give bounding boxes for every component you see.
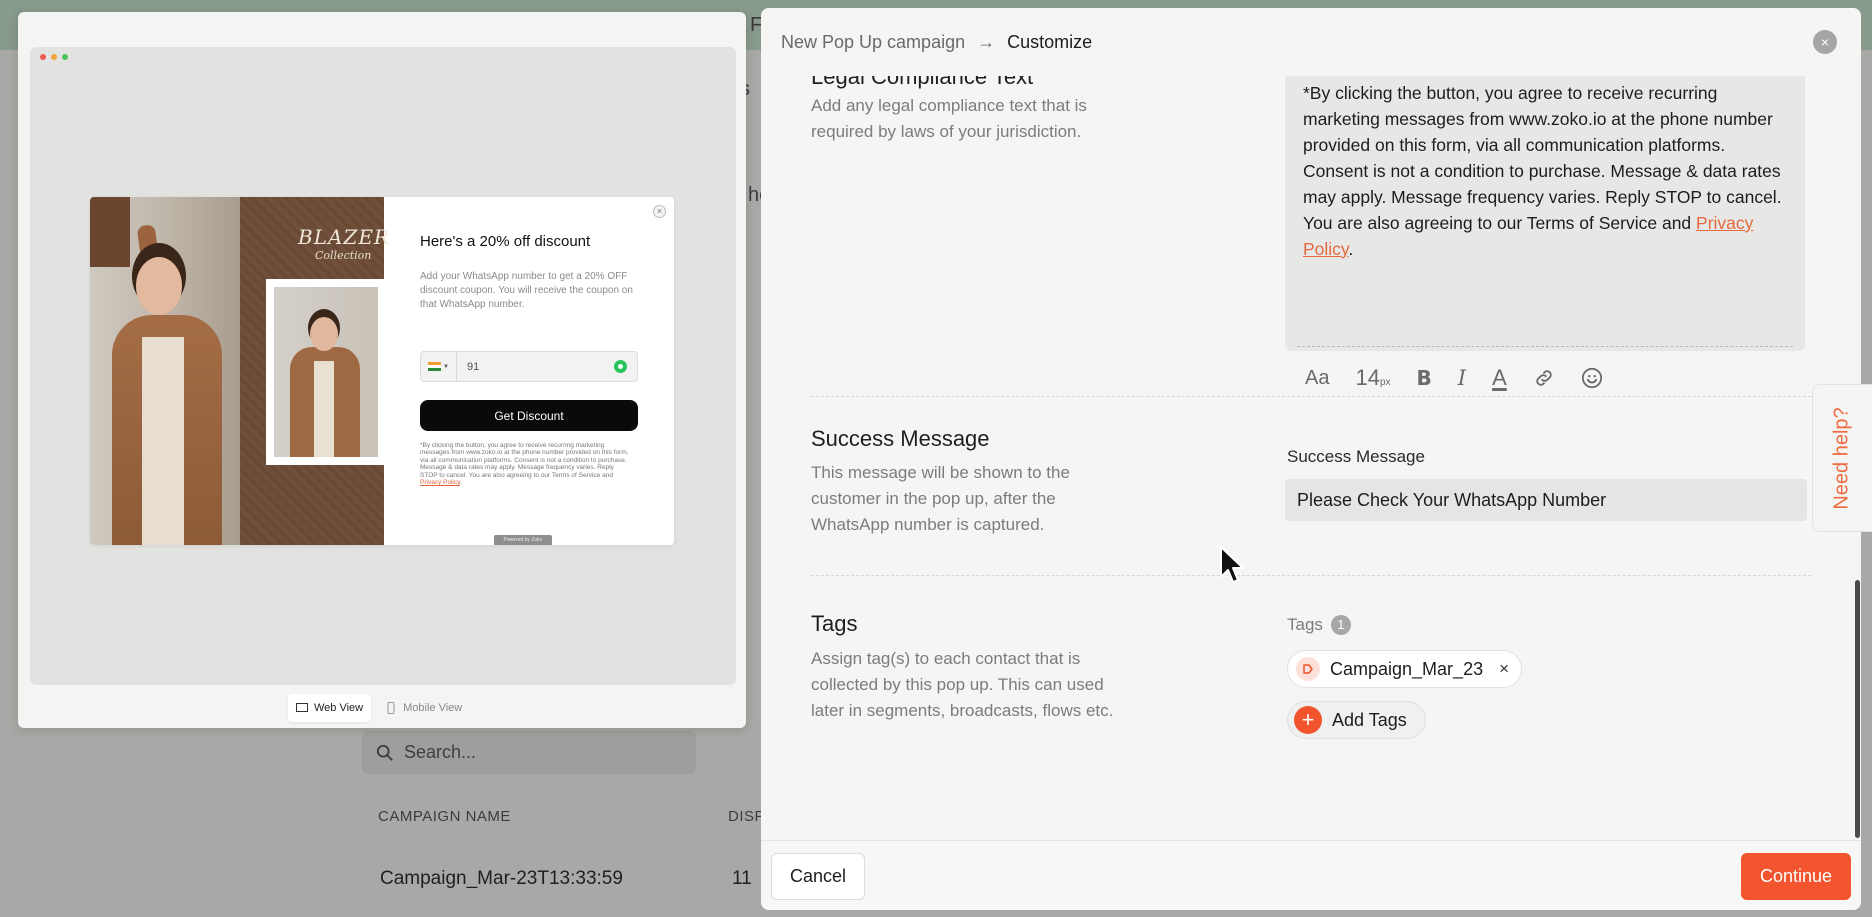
web-view-button[interactable]: Web View — [288, 694, 372, 722]
cancel-button[interactable]: Cancel — [771, 853, 865, 900]
panel-footer: Cancel Continue — [761, 840, 1861, 910]
legal-compliance-description: Add any legal compliance text that is re… — [811, 96, 1087, 141]
customize-panel: Legal Compliance Text Add any legal comp… — [761, 8, 1861, 910]
popup-legal-text: *By clicking the button, you agree to re… — [420, 442, 632, 486]
tags-count-badge: 1 — [1330, 615, 1351, 635]
mouse-cursor-icon — [1220, 546, 1244, 583]
get-discount-button[interactable]: Get Discount — [420, 400, 638, 431]
tags-title: Tags — [811, 611, 858, 636]
need-help-label: Need help? — [1831, 406, 1853, 510]
whatsapp-icon — [614, 360, 627, 373]
column-header-campaign-name: CAMPAIGN NAME — [378, 808, 511, 825]
tag-chip: Campaign_Mar_23 × — [1287, 650, 1523, 688]
editor-toolbar: Aa 14px B I A — [1305, 358, 1603, 398]
font-size-value: 14 — [1355, 365, 1380, 390]
popup-preview: BLAZER Collection × Here's a 20% off dis… — [90, 197, 674, 545]
section-divider — [811, 396, 1811, 397]
mobile-view-label: Mobile View — [403, 702, 463, 714]
font-size-button[interactable]: 14px — [1355, 365, 1390, 391]
web-view-label: Web View — [314, 702, 364, 714]
popup-brand-panel: BLAZER Collection — [240, 197, 389, 545]
table-row-value: 11 — [732, 868, 752, 889]
tag-remove-icon[interactable]: × — [1499, 659, 1509, 679]
popup-phone-input[interactable]: ▼ 91 — [420, 351, 638, 382]
brand-subtitle: Collection — [315, 249, 372, 262]
column-header-disp: DISP — [728, 808, 766, 825]
window-dot-red-icon — [40, 54, 46, 60]
panel-header: New Pop Up campaign → Customize × — [761, 8, 1861, 76]
window-dot-yellow-icon — [51, 54, 57, 60]
popup-privacy-link[interactable]: Privacy Policy — [420, 479, 460, 486]
powered-by-badge: Powered by Zoko — [494, 535, 552, 545]
add-tags-button[interactable]: + Add Tags — [1287, 701, 1426, 739]
bold-button[interactable]: B — [1417, 366, 1432, 390]
popup-heading: Here's a 20% off discount — [420, 233, 591, 250]
table-row-campaign-name[interactable]: Campaign_Mar-23T13:33:59 — [380, 868, 623, 890]
section-divider — [811, 575, 1811, 576]
popup-form: × Here's a 20% off discount Add your Wha… — [384, 197, 674, 545]
brand-title: BLAZER — [298, 225, 390, 249]
desktop-icon — [296, 703, 308, 712]
phone-value: 91 — [467, 360, 480, 373]
breadcrumb-arrow-icon: → — [977, 31, 996, 52]
mobile-icon — [387, 702, 395, 714]
inner-photo — [266, 279, 386, 465]
success-message-input[interactable] — [1285, 479, 1807, 521]
font-size-unit: px — [1379, 377, 1391, 388]
breadcrumb-campaign[interactable]: New Pop Up campaign — [781, 32, 965, 53]
link-icon[interactable] — [1533, 367, 1555, 389]
text-color-button[interactable]: A — [1492, 365, 1507, 391]
plus-icon: + — [1294, 706, 1322, 734]
mobile-view-button[interactable]: Mobile View — [377, 694, 470, 722]
close-icon[interactable]: × — [1813, 30, 1837, 54]
popup-description: Add your WhatsApp number to get a 20% OF… — [420, 271, 633, 310]
emoji-icon[interactable] — [1581, 367, 1603, 389]
legal-text-content[interactable]: *By clicking the button, you agree to re… — [1303, 80, 1793, 262]
font-family-button[interactable]: Aa — [1305, 367, 1329, 390]
tags-description: Assign tag(s) to each contact that is co… — [811, 649, 1114, 720]
customize-scroll-area[interactable]: Legal Compliance Text Add any legal comp… — [761, 8, 1861, 840]
legal-text-end: . — [1348, 239, 1354, 259]
window-dots — [40, 54, 68, 60]
italic-button[interactable]: I — [1458, 366, 1466, 390]
caret-down-icon: ▼ — [443, 363, 449, 370]
add-tags-label: Add Tags — [1332, 709, 1407, 730]
india-flag-icon — [428, 362, 442, 371]
background-search-input[interactable]: Search... — [362, 731, 696, 774]
breadcrumb-current: Customize — [1007, 31, 1093, 52]
scrollbar-thumb[interactable] — [1855, 580, 1860, 838]
window-dot-green-icon — [62, 54, 68, 60]
legal-text-editor[interactable]: *By clicking the button, you agree to re… — [1285, 68, 1805, 390]
tags-label: Tags 1 — [1287, 615, 1351, 635]
success-message-description: This message will be shown to the custom… — [811, 463, 1070, 534]
success-message-label: Success Message — [1287, 447, 1425, 466]
preview-stage: BLAZER Collection × Here's a 20% off dis… — [30, 47, 736, 685]
need-help-tab[interactable]: Need help? — [1812, 384, 1872, 532]
legal-text-body: *By clicking the button, you agree to re… — [1303, 83, 1782, 233]
popup-legal-body: *By clicking the button, you agree to re… — [420, 442, 629, 479]
preview-modal: BLAZER Collection × Here's a 20% off dis… — [18, 12, 746, 728]
view-toggle: Web View Mobile View — [288, 694, 470, 722]
popup-legal-end: . — [459, 479, 462, 487]
country-selector[interactable]: ▼ — [421, 352, 457, 381]
continue-button[interactable]: Continue — [1741, 853, 1851, 900]
editor-divider — [1297, 346, 1793, 347]
tag-chip-label: Campaign_Mar_23 — [1330, 658, 1484, 679]
popup-model-photo — [90, 197, 240, 545]
tag-icon — [1296, 657, 1320, 681]
search-placeholder: Search... — [404, 742, 477, 762]
popup-close-icon[interactable]: × — [653, 205, 666, 218]
success-message-title: Success Message — [811, 426, 990, 451]
tags-label-text: Tags — [1287, 615, 1323, 634]
search-icon — [376, 744, 393, 761]
